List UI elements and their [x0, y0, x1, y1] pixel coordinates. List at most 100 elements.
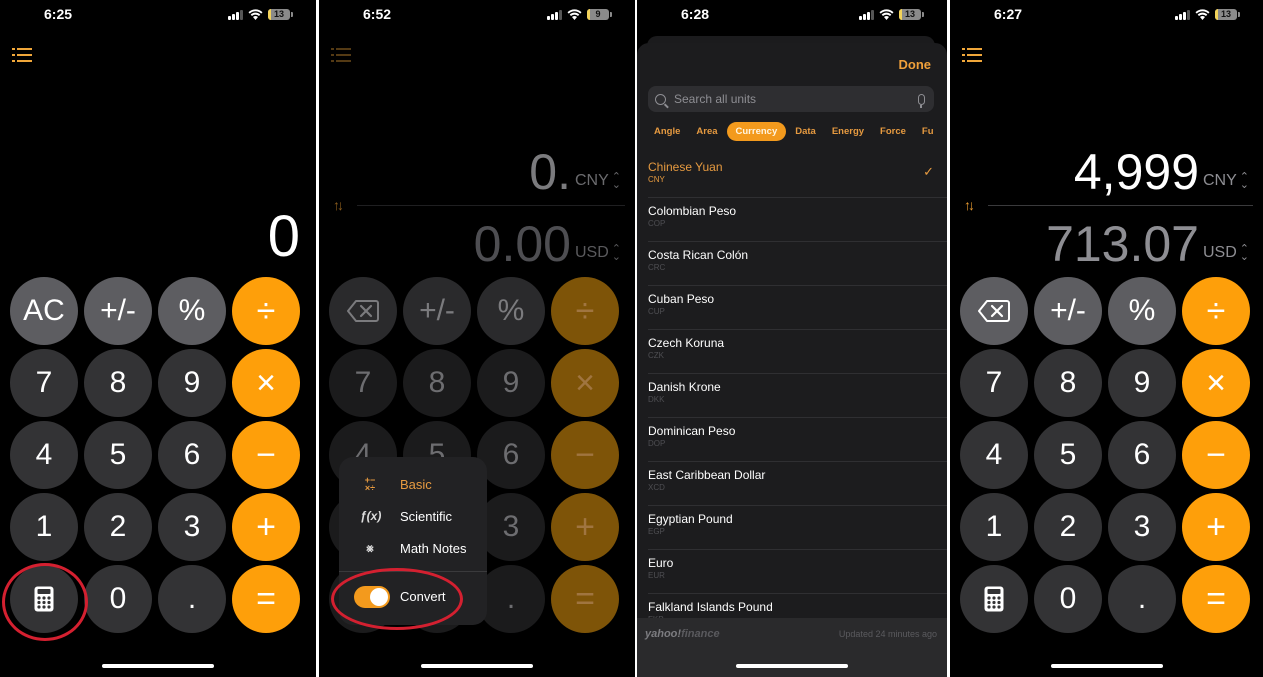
list-item[interactable]: Danish Krone DKK [637, 374, 947, 418]
list-item[interactable]: Dominican Peso DOP [637, 418, 947, 462]
list-item[interactable]: Euro EUR [637, 550, 947, 594]
list-item[interactable]: Colombian Peso COP [637, 198, 947, 242]
convert-toggle[interactable] [354, 586, 390, 608]
mode-button[interactable] [960, 565, 1028, 633]
key-7[interactable]: 7 [329, 349, 397, 417]
equals-button[interactable]: = [232, 565, 300, 633]
percent-button[interactable]: % [1108, 277, 1176, 345]
menu-item-scientific[interactable]: ƒ(x) Scientific [339, 502, 487, 530]
add-button[interactable]: + [232, 493, 300, 561]
plus-minus-button[interactable]: +/- [84, 277, 152, 345]
subtract-button[interactable]: − [551, 421, 619, 489]
add-button[interactable]: + [551, 493, 619, 561]
swap-icon[interactable]: ↑↓ [333, 197, 344, 213]
from-unit-selector[interactable]: CNY ⌃ ⌄ [575, 172, 621, 191]
list-item[interactable]: Costa Rican Colón CRC [637, 242, 947, 286]
multiply-button[interactable]: × [232, 349, 300, 417]
clear-button[interactable]: AC [10, 277, 78, 345]
subtract-button[interactable]: − [1182, 421, 1250, 489]
key-5[interactable]: 5 [1034, 421, 1102, 489]
key-9[interactable]: 9 [158, 349, 226, 417]
key-2[interactable]: 2 [1034, 493, 1102, 561]
to-unit-selector[interactable]: USD ⌃ ⌄ [575, 244, 621, 263]
plus-minus-button[interactable]: +/- [1034, 277, 1102, 345]
wifi-icon [879, 9, 894, 20]
key-9[interactable]: 9 [1108, 349, 1176, 417]
key-0[interactable]: 0 [1034, 565, 1102, 633]
history-list-icon[interactable] [331, 48, 351, 62]
list-item[interactable]: Czech Koruna CZK [637, 330, 947, 374]
tab-energy[interactable]: Energy [825, 122, 871, 141]
menu-item-basic[interactable]: +− ×÷ Basic [339, 470, 487, 498]
key-0[interactable]: 0 [84, 565, 152, 633]
key-6[interactable]: 6 [477, 421, 545, 489]
plus-minus-button[interactable]: +/- [403, 277, 471, 345]
status-bar: 6:52 9 [319, 6, 635, 24]
key-8[interactable]: 8 [1034, 349, 1102, 417]
keypad: AC +/- % ÷ 7 8 9 × 4 5 6 − 1 2 3 + 0 . = [10, 277, 300, 633]
list-item[interactable]: Egyptian Pound EGP [637, 506, 947, 550]
tab-currency[interactable]: Currency [726, 122, 787, 141]
microphone-icon[interactable] [918, 93, 925, 108]
equals-button[interactable]: = [551, 565, 619, 633]
key-5[interactable]: 5 [84, 421, 152, 489]
subtract-button[interactable]: − [232, 421, 300, 489]
list-item[interactable]: Chinese Yuan CNY ✓ [637, 154, 947, 198]
add-button[interactable]: + [1182, 493, 1250, 561]
currency-name: East Caribbean Dollar [648, 468, 766, 482]
key-9[interactable]: 9 [477, 349, 545, 417]
to-unit-selector[interactable]: USD ⌃ ⌄ [1203, 244, 1249, 263]
equals-button[interactable]: = [1182, 565, 1250, 633]
key-7[interactable]: 7 [10, 349, 78, 417]
key-1[interactable]: 1 [960, 493, 1028, 561]
divide-button[interactable]: ÷ [232, 277, 300, 345]
done-button[interactable]: Done [899, 57, 932, 72]
key-3[interactable]: 3 [1108, 493, 1176, 561]
currency-name: Chinese Yuan [648, 160, 723, 174]
to-value: 713.07 [1046, 216, 1199, 272]
tab-force[interactable]: Force [873, 122, 913, 141]
from-row: 4,999 CNY ⌃ ⌄ [1074, 146, 1249, 198]
key-2[interactable]: 2 [84, 493, 152, 561]
search-input[interactable] [674, 92, 918, 106]
divide-button[interactable]: ÷ [551, 277, 619, 345]
key-6[interactable]: 6 [158, 421, 226, 489]
tab-area[interactable]: Area [689, 122, 724, 141]
wifi-icon [567, 9, 582, 20]
multiply-button[interactable]: × [551, 349, 619, 417]
key-6[interactable]: 6 [1108, 421, 1176, 489]
key-7[interactable]: 7 [960, 349, 1028, 417]
history-list-icon[interactable] [962, 48, 982, 62]
percent-button[interactable]: % [158, 277, 226, 345]
key-3[interactable]: 3 [477, 493, 545, 561]
backspace-button[interactable] [960, 277, 1028, 345]
currency-code: CZK [648, 351, 664, 360]
currency-name: Falkland Islands Pound [648, 600, 773, 614]
divide-button[interactable]: ÷ [1182, 277, 1250, 345]
key-4[interactable]: 4 [960, 421, 1028, 489]
list-item[interactable]: Cuban Peso CUP [637, 286, 947, 330]
backspace-icon [347, 300, 379, 322]
mode-button[interactable] [10, 565, 78, 633]
menu-item-math-notes[interactable]: ⨳ Math Notes [339, 534, 487, 562]
list-item[interactable]: East Caribbean Dollar XCD [637, 462, 947, 506]
key-1[interactable]: 1 [10, 493, 78, 561]
tab-fuel[interactable]: Fu [915, 122, 941, 141]
swap-icon[interactable]: ↑↓ [964, 197, 975, 213]
key-3[interactable]: 3 [158, 493, 226, 561]
multiply-button[interactable]: × [1182, 349, 1250, 417]
percent-button[interactable]: % [477, 277, 545, 345]
key-8[interactable]: 8 [84, 349, 152, 417]
decimal-button[interactable]: . [477, 565, 545, 633]
key-8[interactable]: 8 [403, 349, 471, 417]
decimal-button[interactable]: . [158, 565, 226, 633]
tab-data[interactable]: Data [788, 122, 823, 141]
screen-mode-menu: 6:52 9 0. CNY ⌃ ⌄ ↑↓ 0.00 USD ⌃ ⌄ +/- % ÷ 7 … [319, 0, 635, 677]
status-time: 6:25 [44, 6, 73, 22]
tab-angle[interactable]: Angle [647, 122, 687, 141]
decimal-button[interactable]: . [1108, 565, 1176, 633]
key-4[interactable]: 4 [10, 421, 78, 489]
backspace-button[interactable] [329, 277, 397, 345]
history-list-icon[interactable] [12, 48, 32, 62]
from-unit-selector[interactable]: CNY ⌃ ⌄ [1203, 172, 1249, 191]
